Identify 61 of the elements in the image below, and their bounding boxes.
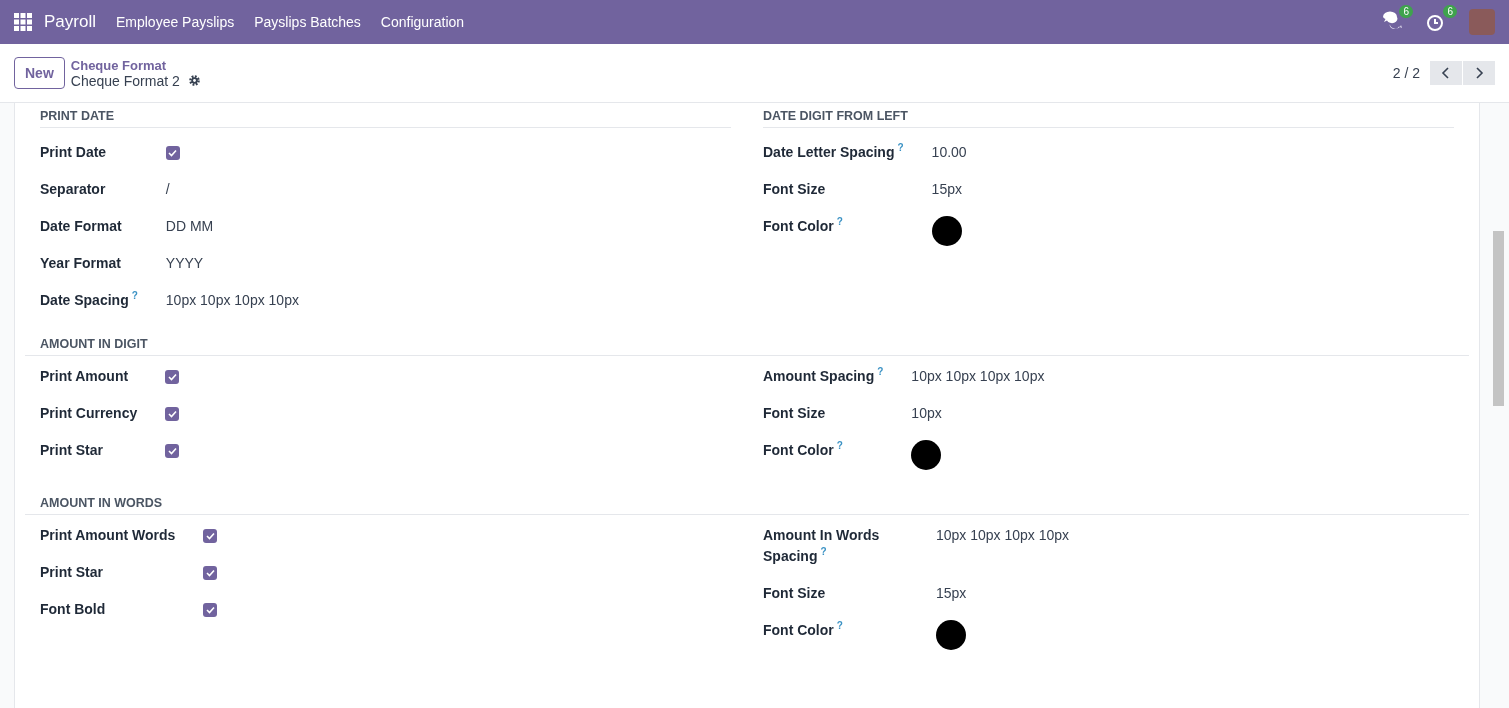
field-value[interactable]: 15px bbox=[936, 583, 1454, 604]
field-label: Font Color $^{?}$ bbox=[763, 620, 844, 640]
notification-badge: 6 bbox=[1399, 5, 1413, 18]
section-title: PRINT DATE bbox=[40, 103, 731, 128]
previous-button[interactable] bbox=[1430, 61, 1462, 85]
section-title: AMOUNT IN WORDS bbox=[25, 490, 1469, 515]
color-swatch[interactable] bbox=[936, 620, 966, 650]
field-value[interactable]: 10px bbox=[911, 403, 1454, 424]
pager-counter: 2 / 2 bbox=[1392, 65, 1420, 81]
field-label: Font Bold bbox=[40, 600, 107, 619]
settings-icon[interactable] bbox=[187, 74, 201, 87]
chevron-left-icon bbox=[1440, 66, 1452, 80]
menu-item[interactable]: Configuration bbox=[380, 14, 465, 30]
section-title: DATE DIGIT FROM LEFT bbox=[763, 103, 1454, 128]
field-label: Font Size bbox=[763, 584, 827, 603]
field-label: Date Format bbox=[40, 217, 123, 236]
field-value[interactable]: 15px bbox=[931, 179, 1454, 200]
new-button[interactable]: New bbox=[14, 57, 65, 89]
field-value[interactable]: 10px 10px 10px 10px bbox=[165, 290, 731, 311]
field-label: Date Spacing $^{?}$ bbox=[40, 290, 138, 310]
checkbox[interactable] bbox=[165, 370, 180, 384]
menu-item[interactable]: Employee Payslips bbox=[115, 14, 235, 30]
checkbox[interactable] bbox=[165, 407, 180, 421]
checkbox[interactable] bbox=[203, 566, 218, 580]
field-label: Print Amount Words bbox=[40, 526, 176, 545]
checkbox[interactable] bbox=[165, 146, 180, 160]
field-label: Amount Spacing $^{?}$ bbox=[763, 366, 884, 386]
field-label: Print Currency bbox=[40, 404, 138, 423]
field-value[interactable]: / bbox=[165, 179, 731, 200]
field-label: Font Color $^{?}$ bbox=[763, 440, 844, 460]
next-button[interactable] bbox=[1463, 61, 1495, 85]
field-label: Print Star bbox=[40, 563, 104, 582]
color-swatch[interactable] bbox=[911, 440, 942, 470]
checkbox[interactable] bbox=[203, 603, 218, 617]
field-label: Font Size bbox=[763, 180, 827, 199]
field-label: Amount In Words Spacing $^{?}$ bbox=[763, 526, 881, 566]
checkbox[interactable] bbox=[165, 444, 180, 458]
app-name[interactable]: Payroll bbox=[44, 12, 96, 32]
field-value[interactable]: 10px 10px 10px 10px bbox=[911, 366, 1454, 387]
record-name: Cheque Format 2 bbox=[70, 72, 180, 89]
checkbox[interactable] bbox=[203, 529, 218, 543]
scrollbar-thumb[interactable] bbox=[1493, 231, 1504, 406]
breadcrumb-link[interactable]: Cheque Format bbox=[70, 57, 201, 73]
field-label: Font Size bbox=[763, 404, 827, 423]
field-value[interactable]: YYYY bbox=[165, 253, 731, 274]
field-value[interactable]: 10px 10px 10px 10px bbox=[936, 525, 1454, 546]
field-label: Year Format bbox=[40, 254, 122, 273]
menu-item[interactable]: Payslips Batches bbox=[254, 14, 361, 30]
notification-badge: 6 bbox=[1443, 5, 1457, 18]
chevron-right-icon bbox=[1473, 66, 1485, 80]
field-label: Print Date bbox=[40, 143, 108, 162]
field-label: Print Star bbox=[40, 441, 104, 460]
field-label: Separator bbox=[40, 180, 107, 199]
apps-grid-icon[interactable] bbox=[14, 13, 32, 31]
field-label: Font Color $^{?}$ bbox=[763, 216, 844, 236]
field-label: Print Amount bbox=[40, 367, 130, 386]
section-title: AMOUNT IN DIGIT bbox=[25, 331, 1469, 356]
color-swatch[interactable] bbox=[931, 216, 962, 246]
field-label: Date Letter Spacing $^{?}$ bbox=[763, 142, 904, 162]
field-value[interactable]: DD MM bbox=[165, 216, 731, 237]
field-value[interactable]: 10.00 bbox=[931, 142, 1454, 163]
